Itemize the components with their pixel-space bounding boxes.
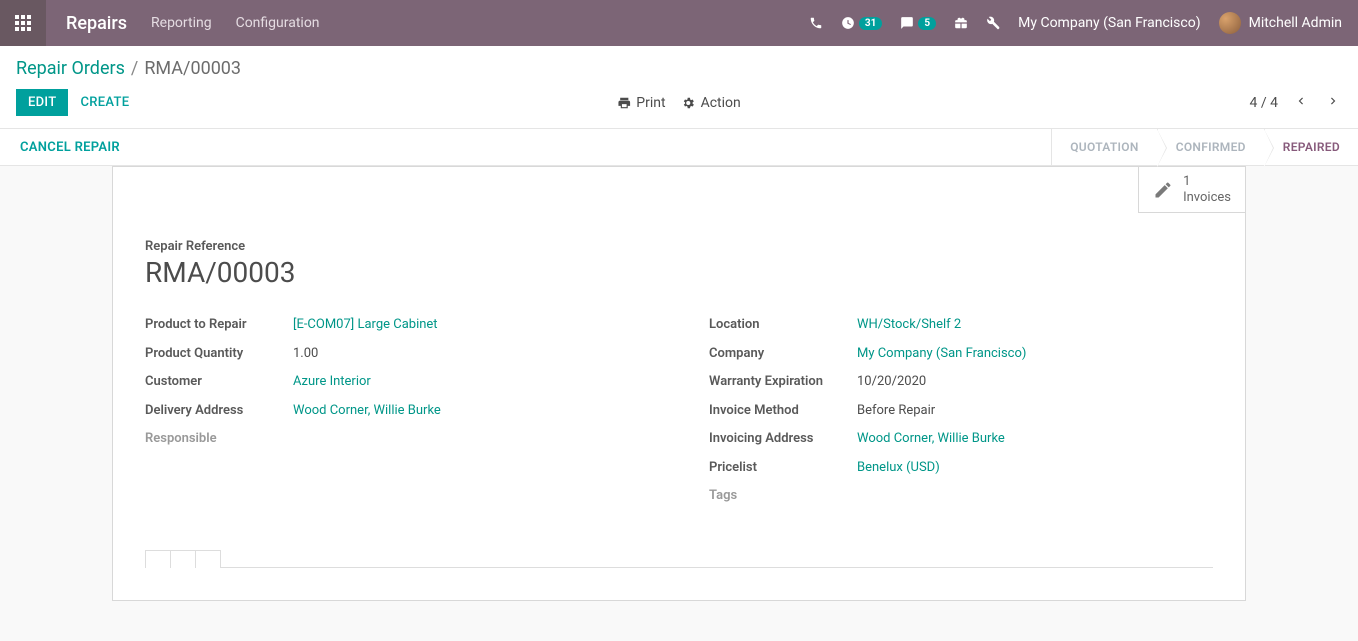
product-quantity: 1.00 (293, 344, 318, 364)
breadcrumb: Repair Orders / RMA/00003 (16, 58, 1342, 79)
repair-reference: RMA/00003 (145, 256, 1213, 289)
company-selector[interactable]: My Company (San Francisco) (1018, 15, 1200, 31)
status-confirmed[interactable]: CONFIRMED (1157, 129, 1264, 165)
breadcrumb-root[interactable]: Repair Orders (16, 58, 125, 79)
chevron-right-icon (1326, 94, 1340, 108)
product-to-repair[interactable]: [E-COM07] Large Cabinet (293, 315, 438, 335)
phone-icon[interactable] (809, 16, 823, 30)
nav-right: 31 5 My Company (San Francisco) Mitchell… (809, 12, 1342, 34)
main-area: 1 Invoices Repair Reference RMA/00003 Pr… (0, 166, 1358, 641)
customer-label: Customer (145, 372, 293, 392)
apps-menu-button[interactable] (0, 0, 46, 46)
invoice-method: Before Repair (857, 401, 935, 421)
status-steps: QUOTATION CONFIRMED REPAIRED (1051, 129, 1358, 165)
repair-reference-label: Repair Reference (145, 239, 1213, 254)
company-label: Company (709, 344, 857, 364)
discuss-button[interactable]: 5 (900, 16, 936, 30)
warranty-expiration-label: Warranty Expiration (709, 372, 857, 392)
warranty-expiration: 10/20/2020 (857, 372, 926, 392)
pager: 4 / 4 (1250, 94, 1342, 112)
pricelist[interactable]: Benelux (USD) (857, 458, 940, 478)
invoicing-address-label: Invoicing Address (709, 429, 857, 449)
status-quotation[interactable]: QUOTATION (1051, 129, 1156, 165)
pager-next[interactable] (1324, 94, 1342, 112)
invoices-label: Invoices (1183, 190, 1231, 206)
invoicing-address[interactable]: Wood Corner, Willie Burke (857, 429, 1005, 449)
print-button[interactable]: Print (617, 95, 665, 111)
tab-3[interactable] (195, 550, 221, 568)
nav-menu: Reporting Configuration (151, 15, 320, 31)
breadcrumb-separator: / (131, 58, 138, 79)
product-quantity-label: Product Quantity (145, 344, 293, 364)
gift-icon[interactable] (954, 16, 968, 30)
user-menu[interactable]: Mitchell Admin (1219, 12, 1342, 34)
avatar (1219, 12, 1241, 34)
left-column: Product to Repair [E-COM07] Large Cabine… (145, 315, 649, 515)
tags-label: Tags (709, 486, 857, 506)
invoices-stat-button[interactable]: 1 Invoices (1138, 166, 1246, 213)
gear-icon (682, 96, 696, 110)
status-bar: CANCEL REPAIR QUOTATION CONFIRMED REPAIR… (0, 128, 1358, 166)
create-button[interactable]: CREATE (68, 89, 141, 116)
nav-configuration[interactable]: Configuration (236, 15, 320, 31)
edit-button[interactable]: EDIT (16, 89, 68, 116)
user-name: Mitchell Admin (1249, 15, 1342, 31)
tab-1[interactable] (145, 550, 171, 568)
invoice-method-label: Invoice Method (709, 401, 857, 421)
responsible-label: Responsible (145, 429, 293, 449)
cancel-repair-button[interactable]: CANCEL REPAIR (0, 140, 140, 155)
discuss-badge: 5 (918, 17, 936, 30)
delivery-address-label: Delivery Address (145, 401, 293, 421)
activity-badge: 31 (859, 17, 882, 30)
delivery-address[interactable]: Wood Corner, Willie Burke (293, 401, 441, 421)
pencil-square-icon (1153, 180, 1173, 200)
form-sheet: 1 Invoices Repair Reference RMA/00003 Pr… (112, 166, 1246, 601)
company[interactable]: My Company (San Francisco) (857, 344, 1026, 364)
tab-2[interactable] (170, 550, 196, 568)
location[interactable]: WH/Stock/Shelf 2 (857, 315, 961, 335)
product-to-repair-label: Product to Repair (145, 315, 293, 335)
action-button[interactable]: Action (682, 95, 741, 111)
pager-prev[interactable] (1292, 94, 1310, 112)
activity-button[interactable]: 31 (841, 16, 882, 30)
printer-icon (617, 96, 631, 110)
location-label: Location (709, 315, 857, 335)
tools-icon[interactable] (986, 16, 1000, 30)
customer[interactable]: Azure Interior (293, 372, 371, 392)
right-column: Location WH/Stock/Shelf 2 Company My Com… (709, 315, 1213, 515)
nav-reporting[interactable]: Reporting (151, 15, 212, 31)
invoices-count: 1 (1183, 174, 1231, 190)
pager-text: 4 / 4 (1250, 95, 1278, 111)
apps-icon (15, 15, 31, 31)
status-repaired[interactable]: REPAIRED (1264, 129, 1358, 165)
breadcrumb-current: RMA/00003 (144, 58, 241, 79)
chevron-left-icon (1294, 94, 1308, 108)
app-name[interactable]: Repairs (46, 13, 151, 34)
top-nav: Repairs Reporting Configuration 31 5 My … (0, 0, 1358, 46)
control-panel: Repair Orders / RMA/00003 EDIT CREATE Pr… (0, 46, 1358, 120)
notebook-tabs (145, 549, 1213, 568)
pricelist-label: Pricelist (709, 458, 857, 478)
